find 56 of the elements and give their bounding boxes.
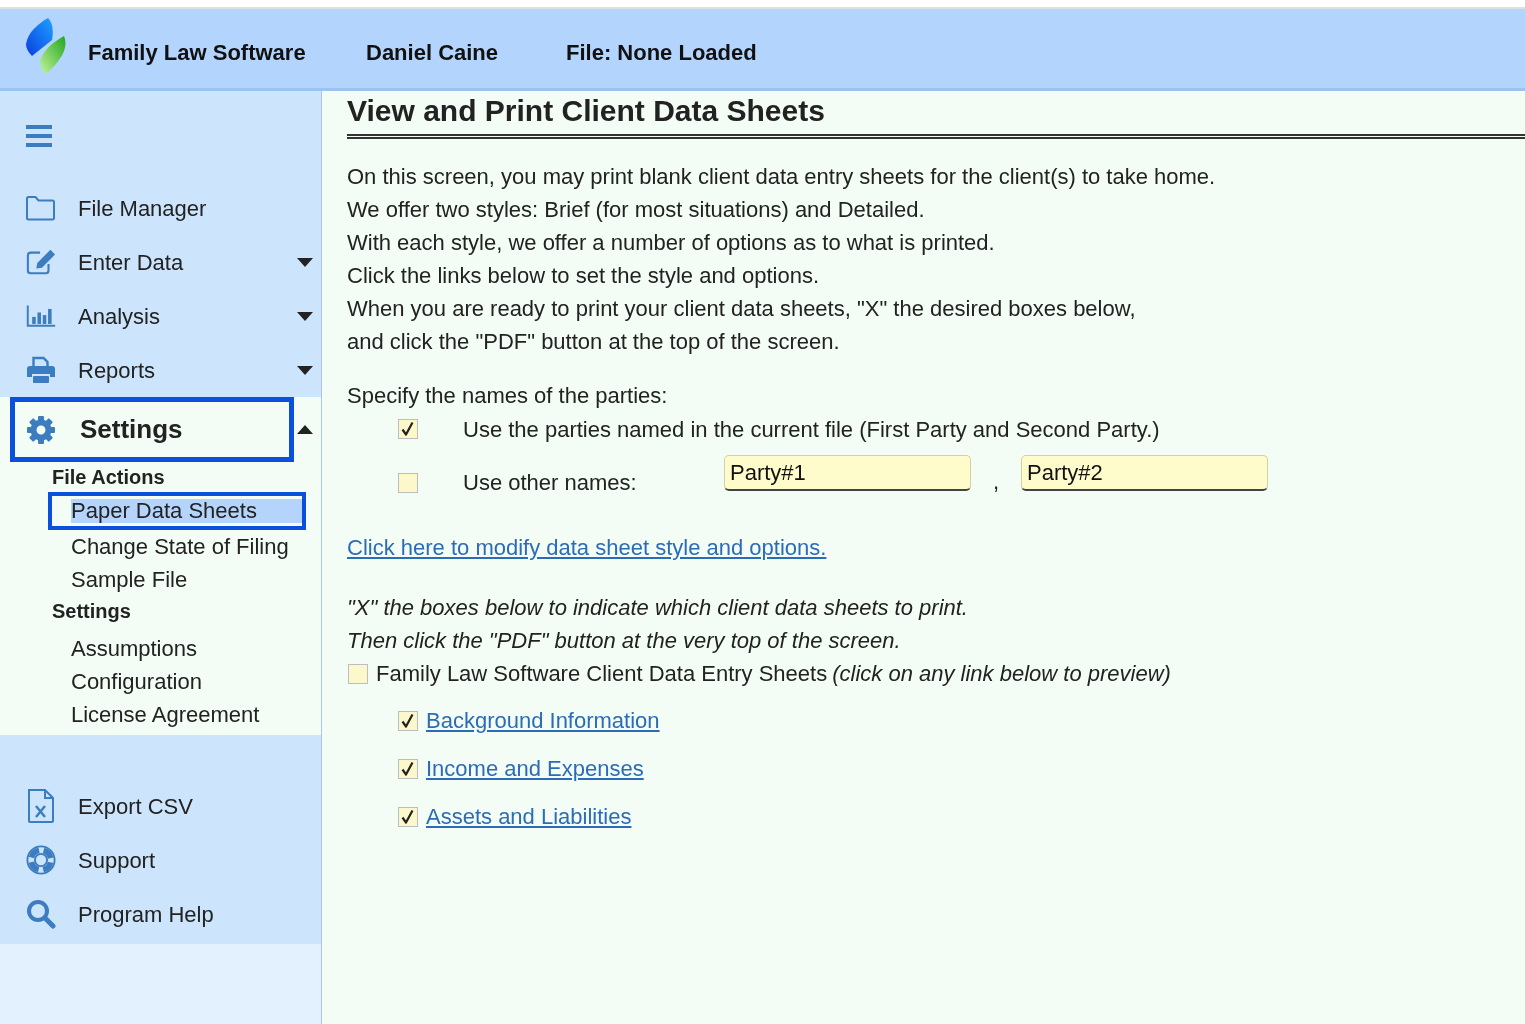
checkbox[interactable] (398, 806, 418, 827)
data-sheet-link[interactable]: Assets and Liabilities (426, 800, 632, 833)
checkbox[interactable] (398, 473, 418, 493)
instruction-text: "X" the boxes below to indicate which client data sheets to print. (347, 594, 968, 622)
app-logo (24, 18, 68, 74)
sidebar-group-heading: File Actions (51, 465, 166, 490)
sidebar-item[interactable]: Enter Data (15, 240, 289, 284)
checkbox[interactable] (348, 663, 368, 684)
sidebar-group-heading: Settings (51, 599, 132, 624)
style-options-link[interactable]: Click here to modify data sheet style and options. (347, 535, 827, 560)
data-sheet-link[interactable]: Background Information (426, 704, 660, 737)
section-label: Specify the names of the parties: (347, 382, 668, 410)
sidebar-subitem[interactable]: Paper Data Sheets (71, 499, 302, 523)
intro-text: With each style, we offer a number of options as to what is printed. (347, 229, 995, 257)
sidebar-item[interactable]: Settings (15, 402, 289, 457)
intro-text: Click the links below to set the style and options. (347, 262, 820, 290)
option-label: Use other names: (463, 470, 637, 495)
option-label: Use the parties named in the current file (First Party and Second Party.) (463, 415, 1160, 444)
user-name: Daniel Caine (366, 40, 500, 66)
input-field[interactable]: Party#2 (1021, 455, 1268, 491)
search-icon (26, 899, 56, 929)
app-name: Family Law Software (88, 40, 307, 66)
intro-text: On this screen, you may print blank client data entry sheets for the client(s) to take home. (347, 163, 1216, 191)
checkbox-label: Family Law Software Client Data Entry Sheets (376, 660, 828, 688)
preview-note: (click on any link below to preview) (832, 660, 1171, 688)
input-field[interactable]: Party#1 (724, 455, 971, 491)
sidebar-item[interactable]: Reports (15, 348, 289, 392)
sidebar-subitem[interactable]: Configuration (71, 669, 202, 694)
printer-icon (26, 356, 56, 384)
intro-text: and click the "PDF" button at the top of the screen. (347, 328, 840, 356)
gear-icon (26, 414, 56, 445)
folder-icon (26, 195, 56, 221)
instruction-text: Then click the "PDF" button at the very top of the screen. (347, 627, 901, 655)
sidebar-item[interactable]: Support (0, 833, 321, 887)
document-x-icon (27, 789, 55, 823)
separator-text: , (992, 469, 1000, 495)
intro-text: When you are ready to print your client data sheets, "X" the desired boxes below, (347, 295, 1136, 323)
checkbox[interactable] (398, 419, 418, 439)
intro-text: We offer two styles: Brief (for most situations) and Detailed. (347, 196, 925, 224)
checkbox[interactable] (398, 710, 418, 731)
sidebar-item[interactable]: Export CSV (0, 779, 321, 833)
pencil-square-icon (26, 248, 56, 276)
file-status: File: None Loaded (566, 40, 757, 66)
bar-chart-icon (26, 303, 56, 329)
data-sheet-link[interactable]: Income and Expenses (426, 752, 644, 785)
menu-icon[interactable] (26, 125, 52, 147)
sidebar-subitem[interactable]: Sample File (71, 567, 188, 592)
lifebuoy-icon (26, 844, 56, 876)
checkbox[interactable] (398, 758, 418, 779)
sidebar-item[interactable]: Analysis (15, 294, 289, 338)
sidebar-subitem[interactable]: License Agreement (71, 702, 260, 727)
sidebar-item[interactable]: Program Help (0, 887, 321, 941)
page-title: View and Print Client Data Sheets (347, 93, 825, 129)
sidebar-subitem[interactable]: Assumptions (71, 636, 197, 661)
sidebar-subitem[interactable]: Change State of Filing (71, 534, 289, 559)
sidebar-item[interactable]: File Manager (15, 186, 289, 230)
